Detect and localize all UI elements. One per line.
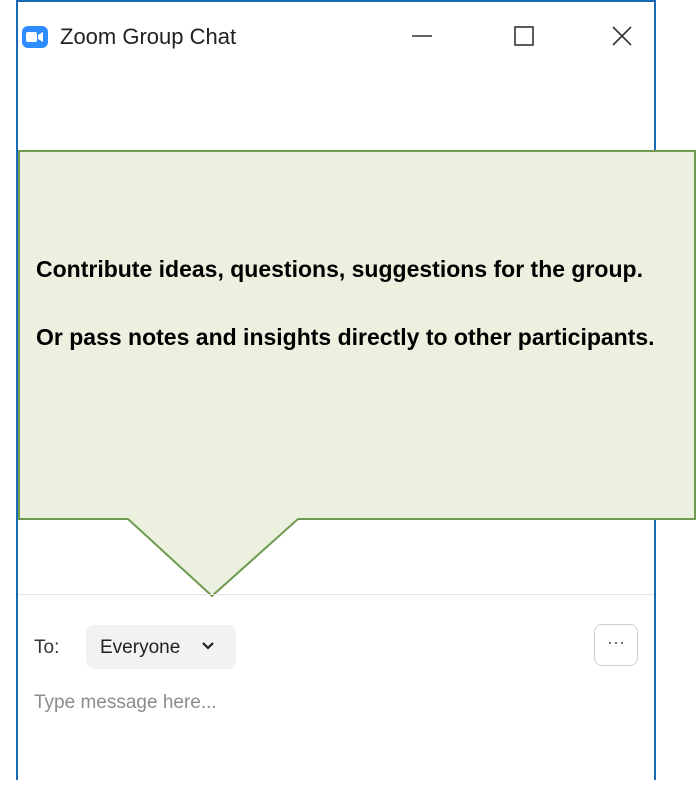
title-bar[interactable]: Zoom Group Chat	[18, 2, 654, 74]
to-label: To:	[34, 637, 60, 658]
callout-line-1: Contribute ideas, questions, suggestions…	[36, 256, 643, 282]
compose-divider	[18, 594, 654, 595]
minimize-icon	[412, 35, 432, 37]
recipient-dropdown[interactable]: Everyone	[86, 625, 236, 669]
maximize-icon	[514, 26, 534, 46]
chevron-down-icon	[202, 642, 214, 650]
close-button[interactable]	[598, 14, 646, 58]
zoom-app-icon	[22, 26, 48, 48]
recipient-label: Everyone	[100, 637, 181, 658]
maximize-button[interactable]	[500, 14, 548, 58]
callout-text: Contribute ideas, questions, suggestions…	[36, 252, 666, 388]
instruction-callout: Contribute ideas, questions, suggestions…	[18, 150, 696, 520]
minimize-button[interactable]	[398, 14, 446, 58]
callout-line-2: Or pass notes and insights directly to o…	[36, 324, 655, 350]
more-options-button[interactable]: ···	[594, 624, 638, 666]
window-title: Zoom Group Chat	[60, 24, 237, 49]
close-icon	[612, 26, 632, 46]
message-input[interactable]	[34, 688, 634, 718]
